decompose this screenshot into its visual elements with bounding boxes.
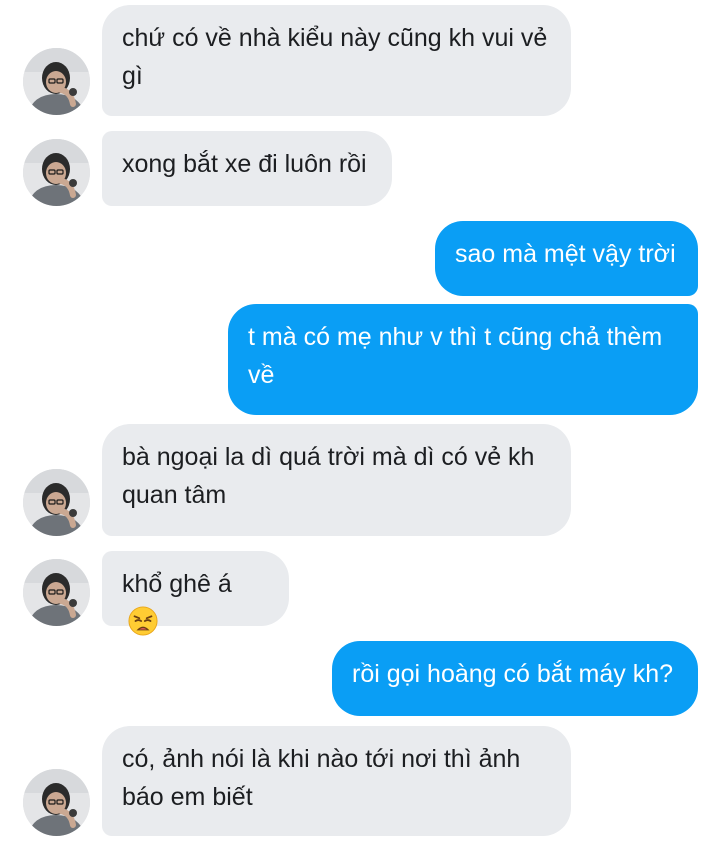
message-bubble-incoming[interactable]: bà ngoại la dì quá trời mà dì có vẻ kh q…	[102, 424, 571, 536]
message-text: khổ ghê á	[122, 570, 232, 598]
message-text: có, ảnh nói là khi nào tới nơi thì ảnh b…	[122, 745, 521, 811]
message-bubble-incoming[interactable]: có, ảnh nói là khi nào tới nơi thì ảnh b…	[102, 726, 571, 836]
contact-avatar-icon	[23, 769, 90, 836]
message-bubble-incoming[interactable]: xong bắt xe đi luôn rồi	[102, 131, 392, 206]
message-bubble-incoming[interactable]: chứ có về nhà kiểu này cũng kh vui vẻ gì	[102, 5, 571, 116]
message-text: chứ có về nhà kiểu này cũng kh vui vẻ gì	[122, 24, 548, 90]
message-text: rồi gọi hoàng có bắt máy kh?	[352, 660, 674, 688]
avatar[interactable]	[23, 139, 90, 206]
message-text: t mà có mẹ như v thì t cũng chả thèm về	[248, 323, 663, 389]
avatar[interactable]	[23, 48, 90, 115]
message-bubble-outgoing[interactable]: rồi gọi hoàng có bắt máy kh?	[332, 641, 698, 716]
message-bubble-outgoing[interactable]: sao mà mệt vậy trời	[435, 221, 698, 296]
avatar[interactable]	[23, 469, 90, 536]
message-bubble-incoming[interactable]: khổ ghê á	[102, 551, 289, 636]
message-text: bà ngoại la dì quá trời mà dì có vẻ kh q…	[122, 443, 535, 509]
avatar[interactable]	[23, 559, 90, 626]
contact-avatar-icon	[23, 48, 90, 115]
contact-avatar-icon	[23, 559, 90, 626]
message-text: sao mà mệt vậy trời	[455, 240, 676, 268]
message-text: xong bắt xe đi luôn rồi	[122, 150, 367, 178]
avatar[interactable]	[23, 769, 90, 836]
contact-avatar-icon	[23, 469, 90, 536]
message-bubble-outgoing[interactable]: t mà có mẹ như v thì t cũng chả thèm về	[228, 304, 698, 415]
weary-face-emoji-icon	[128, 606, 158, 636]
contact-avatar-icon	[23, 139, 90, 206]
